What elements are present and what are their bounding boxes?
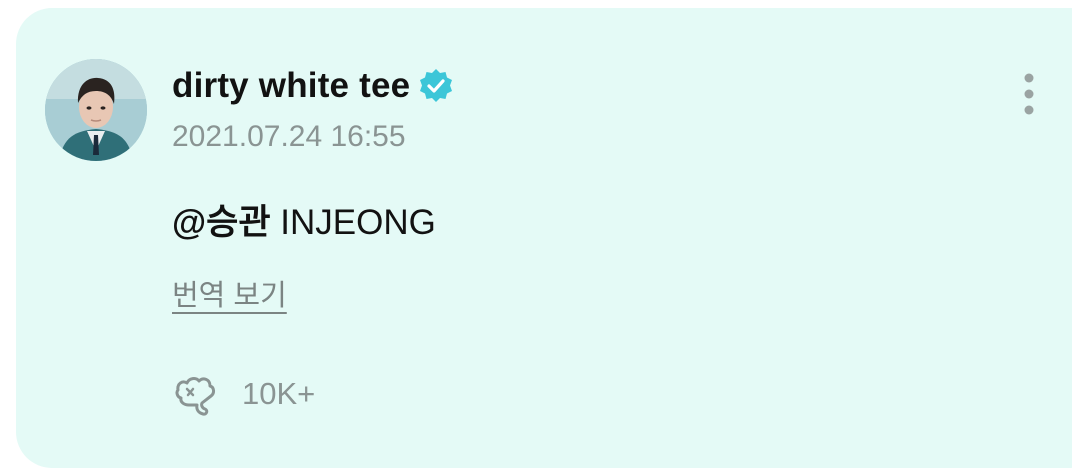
author-name[interactable]: dirty white tee (172, 66, 410, 106)
avatar-image (45, 59, 147, 161)
reaction-button[interactable]: 10K+ (172, 372, 315, 416)
translate-link[interactable]: 번역 보기 (172, 272, 287, 314)
avatar[interactable] (45, 59, 147, 161)
post-timestamp: 2021.07.24 16:55 (172, 120, 406, 153)
message-text: INJEONG (280, 203, 436, 242)
verified-badge-icon (418, 68, 454, 104)
author-row: dirty white tee (172, 64, 454, 108)
more-vertical-icon[interactable] (1017, 72, 1041, 120)
mention-link[interactable]: @승관 (172, 203, 271, 242)
post-message: @승관 INJEONG (172, 194, 436, 245)
heart-hand-reaction-icon (172, 372, 220, 416)
reaction-count: 10K+ (242, 376, 316, 411)
